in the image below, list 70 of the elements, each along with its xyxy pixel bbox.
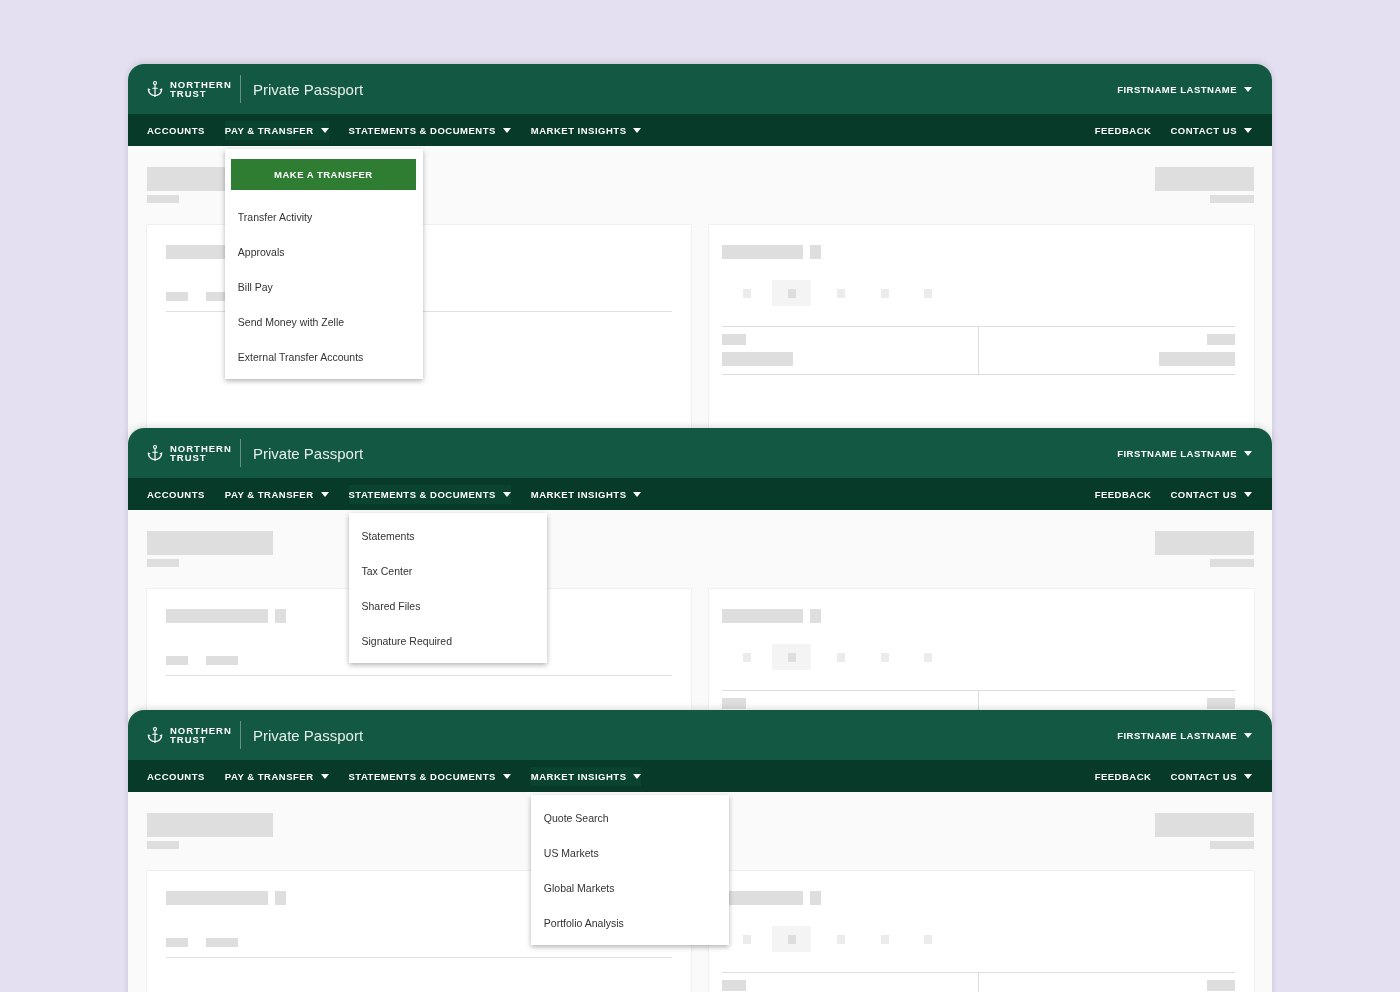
menu-link[interactable]: Global Markets — [530, 870, 729, 906]
nav-menu-item[interactable]: CONTACT US — [1170, 120, 1252, 140]
nav-menu-item[interactable]: ACCOUNTS — [147, 484, 205, 504]
nav-menu-item[interactable]: STATEMENTS & DOCUMENTS — [348, 484, 511, 504]
nav-menu-item[interactable]: FEEDBACK — [1094, 766, 1152, 786]
skeleton-bar — [206, 938, 238, 947]
nav-menu-item[interactable]: FEEDBACK — [1094, 120, 1152, 140]
menu-link[interactable]: Portfolio Analysis — [530, 905, 729, 941]
skeleton-bar — [275, 609, 286, 623]
skeleton-bar — [1207, 980, 1235, 991]
skeleton-bar — [1207, 698, 1235, 709]
user-menu-button[interactable]: FIRSTNAME LASTNAME — [1117, 447, 1252, 459]
anchor-icon — [146, 726, 164, 744]
skeleton-bar — [1210, 559, 1254, 567]
nav-menu-item[interactable]: ACCOUNTS — [147, 766, 205, 786]
menu-link[interactable]: Transfer Activity — [224, 199, 423, 235]
skeleton-bar — [722, 698, 746, 709]
menu-link[interactable]: US Markets — [530, 835, 729, 871]
user-menu-button[interactable]: FIRSTNAME LASTNAME — [1117, 83, 1252, 95]
skeleton-bar — [1210, 195, 1254, 203]
skeleton-bar — [1210, 841, 1254, 849]
skeleton-bar — [722, 352, 793, 366]
menu-link[interactable]: Quote Search — [530, 800, 729, 836]
caret-icon — [1244, 450, 1252, 456]
skeleton-bar — [1207, 334, 1235, 345]
caret-icon — [1244, 732, 1252, 738]
brand-wordmark: NORTHERN TRUST — [170, 444, 232, 462]
brand-wordmark: NORTHERN TRUST — [170, 80, 232, 98]
brand-wordmark: NORTHERN TRUST — [170, 726, 232, 744]
app-title: Private Passport — [253, 80, 364, 98]
app-title: Private Passport — [253, 726, 364, 744]
skeleton-bar — [722, 980, 746, 991]
skeleton-bar — [810, 245, 821, 259]
skeleton-bar — [275, 891, 286, 905]
nav-menu-item[interactable]: PAY & TRANSFER — [224, 766, 329, 786]
anchor-icon — [146, 80, 164, 98]
skeleton-bar — [147, 195, 179, 203]
nav-menu-item[interactable]: MARKET INSIGHTS — [530, 484, 642, 504]
menu-link[interactable]: Bill Pay — [224, 269, 423, 305]
skeleton-bar — [166, 656, 188, 665]
skeleton-bar — [206, 656, 238, 665]
skeleton-bar — [147, 841, 179, 849]
app-title: Private Passport — [253, 444, 364, 462]
nav-menu-item[interactable]: STATEMENTS & DOCUMENTS — [348, 120, 511, 140]
anchor-icon — [146, 444, 164, 462]
skeleton-bar — [166, 292, 188, 301]
nav-menu-item[interactable]: MARKET INSIGHTS — [530, 766, 642, 786]
menu-link[interactable]: Approvals — [224, 234, 423, 270]
nav-menu-item[interactable]: MARKET INSIGHTS — [530, 120, 642, 140]
menu-link[interactable]: Shared Files — [348, 588, 547, 624]
skeleton-bar — [166, 938, 188, 947]
user-menu-button[interactable]: FIRSTNAME LASTNAME — [1117, 729, 1252, 741]
skeleton-bar — [722, 334, 746, 345]
skeleton-bar — [810, 891, 821, 905]
make-transfer-button[interactable]: MAKE A TRANSFER — [230, 158, 416, 190]
nav-menu-item[interactable]: CONTACT US — [1170, 766, 1252, 786]
menu-link[interactable]: Send Money with Zelle — [224, 304, 423, 340]
skeleton-bar — [147, 559, 179, 567]
menu-link[interactable]: External Transfer Accounts — [224, 339, 423, 375]
nav-menu-item[interactable]: FEEDBACK — [1094, 484, 1152, 504]
skeleton-bar — [810, 609, 821, 623]
nav-menu-item[interactable]: CONTACT US — [1170, 484, 1252, 504]
nav-menu-item[interactable]: PAY & TRANSFER — [224, 484, 329, 504]
menu-link[interactable]: Signature Required — [348, 623, 547, 659]
menu-link[interactable]: Tax Center — [348, 553, 547, 589]
menu-link[interactable]: Statements — [348, 518, 547, 554]
caret-icon — [1244, 86, 1252, 92]
nav-menu-item[interactable]: PAY & TRANSFER — [224, 120, 329, 140]
nav-menu-item[interactable]: STATEMENTS & DOCUMENTS — [348, 766, 511, 786]
nav-menu-item[interactable]: ACCOUNTS — [147, 120, 205, 140]
